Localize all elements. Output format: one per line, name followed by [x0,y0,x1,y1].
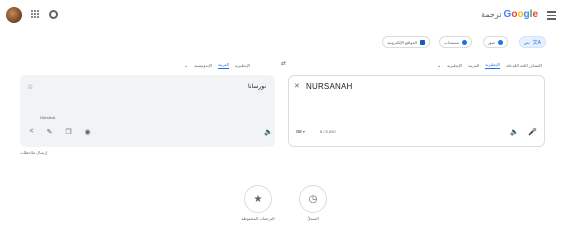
gear-icon[interactable] [49,10,58,19]
feedback-icon[interactable]: ◉ [83,127,92,136]
chevron-down-icon[interactable]: ⌄ [437,63,441,69]
tab-documents[interactable]: مستندات [438,36,472,48]
char-counter: 8 / 5,000 [320,129,336,134]
send-feedback-link[interactable]: إرسال ملاحظات [20,150,47,155]
chevron-down-icon[interactable]: ⌄ [184,63,188,69]
copy-icon[interactable]: ❐ [64,127,73,136]
share-icon[interactable]: < [27,127,36,136]
history-label: السجلّ [307,216,319,221]
source-lang-3[interactable]: الإنجليزية [447,63,462,68]
tab-documents-label: مستندات [443,39,459,45]
website-icon [420,39,425,45]
document-icon [462,39,467,45]
tab-text-label: نص [523,39,530,45]
brand-logo[interactable]: ترجمة Google [481,9,538,20]
history-button[interactable]: ◷ [299,185,327,213]
history-icon: ◷ [308,193,318,205]
swap-languages-icon[interactable]: ⇄ [281,60,286,67]
image-icon [498,39,503,45]
translation-output: نورسانا [247,84,266,90]
close-icon[interactable]: ✕ [294,82,300,90]
target-lang-selected[interactable]: العربية [217,62,229,69]
brand-subtitle: ترجمة [481,10,502,19]
tab-images[interactable]: صور [482,36,508,48]
menu-icon[interactable] [547,11,556,22]
keyboard-icon[interactable]: ⌨ ▾ [296,129,305,134]
source-lang-detect[interactable]: اكتشاف اللغة المُدخلة [506,63,542,68]
source-input[interactable]: NURSANAH [306,82,353,91]
brand-name: Google [503,9,538,20]
saved-label: الترجمات المحفوظة [241,216,275,221]
target-panel [20,75,275,147]
translate-icon: 文A [532,39,541,46]
microphone-icon[interactable]: 🎤 [528,127,537,136]
tab-websites-label: المواقع الإلكترونية [387,39,417,45]
apps-grid-icon[interactable] [31,10,39,18]
rate-icon[interactable]: ✎ [45,127,54,136]
avatar[interactable] [6,7,22,23]
tab-websites[interactable]: المواقع الإلكترونية [382,36,430,48]
tab-images-label: صور [487,39,495,45]
source-lang-2[interactable]: العربية [468,63,479,68]
speaker-icon[interactable]: 🔈 [510,127,519,136]
target-lang-2[interactable]: الإندونيسية [194,63,212,68]
source-language-bar: ⌄ الإنجليزية العربية الإنجليزية اكتشاف ا… [437,62,542,69]
speaker-icon[interactable]: 🔈 [264,127,273,136]
source-lang-selected[interactable]: الإنجليزية [485,62,501,69]
tab-text[interactable]: نص 文A [518,36,546,48]
transliteration: Nūrsānā [40,115,56,120]
star-icon: ★ [253,193,263,205]
star-icon[interactable]: ☆ [27,83,33,91]
target-language-bar: ⌄ الإندونيسية العربية الإنجليزية [184,62,250,69]
saved-button[interactable]: ★ [244,185,272,213]
target-lang-1[interactable]: الإنجليزية [235,63,250,68]
